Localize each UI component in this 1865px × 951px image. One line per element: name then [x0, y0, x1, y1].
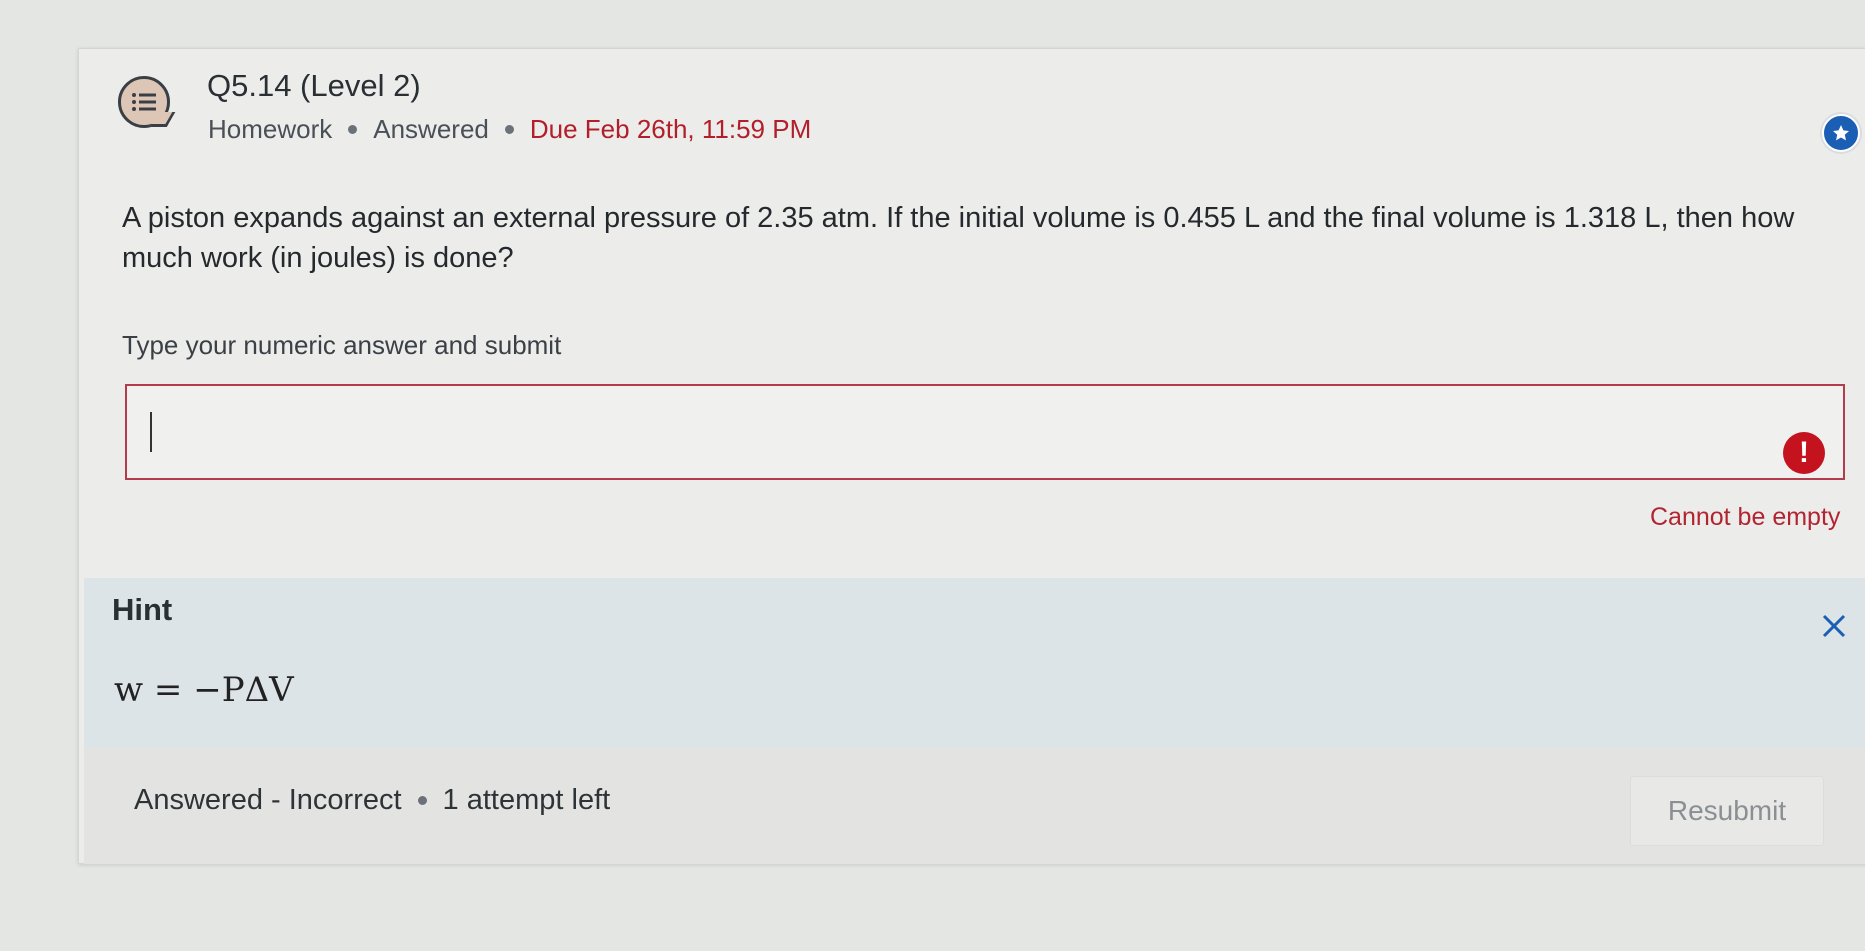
answer-instruction: Type your numeric answer and submit — [122, 330, 562, 360]
close-hint-button[interactable] — [1818, 610, 1850, 642]
question-status: Answered — [373, 114, 489, 144]
close-icon — [1822, 614, 1846, 638]
separator-dot — [348, 125, 358, 134]
hint-title: Hint — [112, 592, 173, 627]
error-exclamation-icon: ! — [1783, 432, 1825, 474]
question-type: Homework — [208, 114, 333, 144]
separator-dot — [417, 796, 427, 805]
hint-formula: w = −PΔV — [114, 670, 294, 710]
submission-status: Answered - Incorrect 1 attempt left — [134, 784, 610, 817]
question-meta: Homework Answered Due Feb 26th, 11:59 PM — [208, 114, 811, 145]
result-text: Answered - Incorrect — [134, 784, 402, 816]
attempts-left: 1 attempt left — [442, 784, 611, 816]
due-date: Due Feb 26th, 11:59 PM — [529, 114, 812, 144]
separator-dot — [504, 125, 514, 134]
question-title: Q5.14 (Level 2) — [207, 68, 421, 103]
star-icon — [1833, 125, 1849, 141]
resubmit-button[interactable]: Resubmit — [1630, 776, 1824, 846]
text-caret — [150, 412, 152, 452]
numeric-answer-input[interactable] — [125, 384, 1845, 480]
question-text: A piston expands against an external pre… — [122, 202, 1795, 274]
bookmark-star-button[interactable] — [1822, 114, 1860, 152]
hint-panel — [84, 578, 1865, 748]
error-message: Cannot be empty — [1650, 503, 1841, 531]
question-list-icon — [118, 76, 170, 128]
